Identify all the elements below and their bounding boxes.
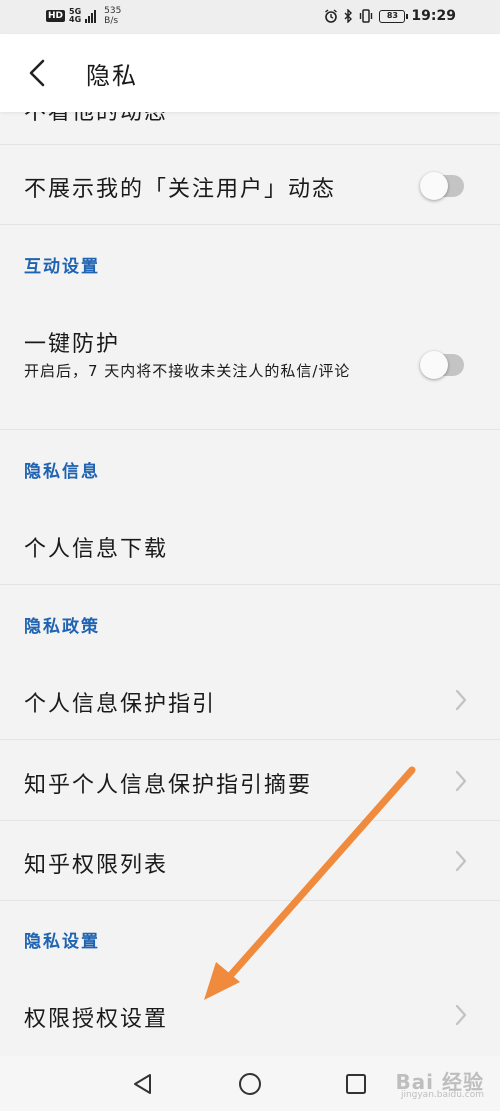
row-partial-top-label: 不看他的动态 [24,112,169,125]
page-title: 隐私 [86,62,138,90]
chevron-right-icon [455,770,467,792]
nav-back-button[interactable] [129,1070,157,1098]
circle-home-icon [239,1073,261,1095]
row-permission-list-label: 知乎权限列表 [24,853,169,878]
watermark-url: jingyan.baidu.com [400,1090,484,1100]
network-type: 5G 4G [69,8,81,24]
section-privacy-settings: 隐私设置 [24,932,100,952]
row-protection-guide[interactable]: 个人信息保护指引 [0,659,500,740]
navigation-bar: Bai 经验 jingyan.baidu.com [0,1056,500,1111]
title-bar: 隐私 [0,34,500,112]
vibrate-icon [360,9,373,23]
status-left: HD 5G 4G 535 B/s [46,6,121,26]
alarm-icon [325,9,338,23]
bluetooth-icon [344,9,353,23]
row-protection-guide-label: 个人信息保护指引 [24,692,217,717]
toggle-knob [420,172,448,200]
row-one-key-protect-label: 一键防护 [24,332,121,357]
row-permission-settings-label: 权限授权设置 [24,1007,169,1032]
hide-following-toggle[interactable] [420,172,464,200]
row-hide-following-activity[interactable]: 不展示我的「关注用户」动态 [0,145,500,225]
toggle-knob [420,351,448,379]
speed-unit: B/s [104,16,119,26]
nav-recent-button[interactable] [342,1070,370,1098]
network-speed: 535 B/s [104,6,121,26]
section-privacy-info: 隐私信息 [24,462,100,482]
square-recent-icon [346,1074,366,1094]
section-privacy-policy: 隐私政策 [24,617,100,637]
settings-list: 不看他的动态 不展示我的「关注用户」动态 互动设置 一键防护 开启后，7 天内将… [0,112,500,1056]
row-permission-list[interactable]: 知乎权限列表 [0,821,500,901]
back-button[interactable] [22,56,52,90]
status-right: 83 19:29 [324,8,456,24]
row-partial-top[interactable]: 不看他的动态 [0,112,500,145]
row-personal-info-download-label: 个人信息下载 [24,537,169,562]
hd-badge: HD [46,10,66,22]
row-personal-info-download[interactable]: 个人信息下载 [0,504,500,585]
chevron-left-icon [29,59,45,87]
row-guide-summary-label: 知乎个人信息保护指引摘要 [24,773,313,798]
row-hide-following-label: 不展示我的「关注用户」动态 [24,177,337,202]
battery-icon: 83 [379,9,409,23]
row-permission-settings[interactable]: 权限授权设置 [0,973,500,1055]
row-one-key-protect-desc: 开启后，7 天内将不接收未关注人的私信/评论 [24,362,351,380]
row-guide-summary[interactable]: 知乎个人信息保护指引摘要 [0,740,500,821]
chevron-right-icon [455,1004,467,1026]
signal-icon [85,9,97,23]
chevron-right-icon [455,850,467,872]
network-bottom: 4G [69,15,82,24]
one-key-protect-toggle[interactable] [420,351,464,379]
status-time: 19:29 [411,8,456,24]
speed-value: 535 [104,6,122,16]
nav-home-button[interactable] [236,1070,264,1098]
status-bar: HD 5G 4G 535 B/s 83 19:29 [0,0,500,34]
row-one-key-protect[interactable]: 一键防护 开启后，7 天内将不接收未关注人的私信/评论 [0,298,500,430]
section-interaction-settings: 互动设置 [24,257,100,277]
chevron-right-icon [455,689,467,711]
triangle-back-icon [134,1074,151,1094]
